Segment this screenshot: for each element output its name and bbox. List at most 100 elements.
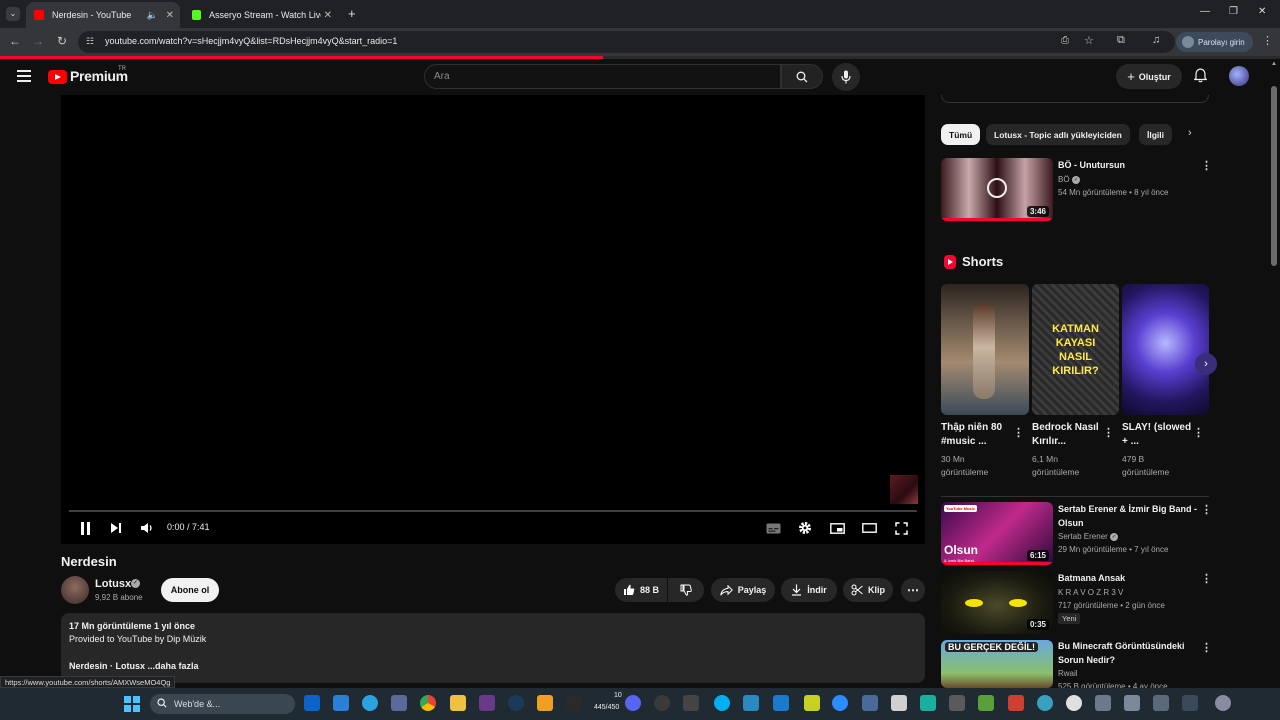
forward-icon[interactable]: → bbox=[30, 34, 46, 48]
app-icon[interactable] bbox=[1037, 695, 1053, 711]
like-button[interactable]: 88 B bbox=[615, 578, 667, 602]
channel-name[interactable]: Sertab Erener bbox=[1058, 530, 1108, 543]
tab-search-button[interactable]: ⌄ bbox=[6, 7, 20, 21]
short-title[interactable]: Bedrock Nasıl Kırılır... bbox=[1032, 421, 1104, 449]
maximize-button[interactable]: ❐ bbox=[1229, 6, 1238, 17]
app-icon[interactable] bbox=[479, 695, 495, 711]
share-button[interactable]: Paylaş bbox=[711, 578, 775, 602]
install-app-icon[interactable]: ⎙ bbox=[1061, 35, 1069, 46]
pause-button[interactable] bbox=[78, 520, 92, 536]
tab-youtube[interactable]: Nerdesin - YouTube 🔈 ✕ bbox=[26, 2, 180, 28]
speaker-icon[interactable]: 🔈 bbox=[147, 10, 158, 21]
fullscreen-button[interactable] bbox=[893, 520, 909, 536]
chip-uploader[interactable]: Lotusx - Topic adlı yükleyiciden bbox=[986, 124, 1130, 145]
chip-related[interactable]: İlgili bbox=[1139, 124, 1172, 145]
app-icon[interactable] bbox=[654, 695, 670, 711]
scroll-up-icon[interactable]: ▲ bbox=[1271, 61, 1277, 67]
video-thumbnail[interactable]: 0:35 bbox=[941, 571, 1053, 634]
new-tab-button[interactable]: + bbox=[348, 6, 356, 21]
app-icon[interactable] bbox=[949, 695, 965, 711]
page-scrollbar[interactable] bbox=[1271, 86, 1277, 266]
window-close-button[interactable]: ✕ bbox=[1258, 6, 1266, 17]
video-title[interactable]: BÖ - Unutursun bbox=[1058, 158, 1125, 172]
hamburger-menu-icon[interactable] bbox=[17, 70, 31, 82]
store-icon[interactable] bbox=[333, 695, 349, 711]
app-icon[interactable] bbox=[743, 695, 759, 711]
notifications-bell-icon[interactable] bbox=[1194, 68, 1207, 83]
telegram-icon[interactable] bbox=[362, 695, 378, 711]
short-thumbnail[interactable] bbox=[941, 284, 1029, 415]
chip-all[interactable]: Tümü bbox=[941, 124, 981, 145]
app-icon[interactable] bbox=[804, 695, 820, 711]
subscribe-button[interactable]: Abone ol bbox=[161, 578, 219, 602]
system-tray-icon[interactable] bbox=[1095, 695, 1111, 711]
zoom-icon[interactable] bbox=[832, 695, 848, 711]
chrome-icon[interactable] bbox=[420, 695, 436, 711]
system-tray-icon[interactable] bbox=[1153, 695, 1169, 711]
taskbar-search[interactable]: Web'de &... bbox=[150, 694, 295, 714]
minimize-button[interactable]: — bbox=[1200, 6, 1210, 17]
more-options-icon[interactable]: ⋮ bbox=[1201, 641, 1212, 654]
settings-button[interactable] bbox=[797, 520, 813, 536]
more-options-icon[interactable]: ⋮ bbox=[1013, 426, 1024, 439]
rockstar-icon[interactable] bbox=[537, 695, 553, 711]
description-more[interactable]: Nerdesin · Lotusx ...daha fazla bbox=[69, 661, 199, 671]
reload-icon[interactable]: ↻ bbox=[54, 34, 70, 48]
video-thumbnail[interactable]: BU GERÇEK DEĞİL! bbox=[941, 640, 1053, 688]
media-control-icon[interactable]: ♫ bbox=[1152, 34, 1160, 46]
channel-avatar[interactable] bbox=[61, 576, 89, 604]
more-options-icon[interactable]: ⋮ bbox=[1193, 426, 1204, 439]
windows-start-icon[interactable] bbox=[124, 696, 140, 712]
app-icon[interactable] bbox=[683, 695, 699, 711]
url-text[interactable]: youtube.com/watch?v=sHecjjm4vyQ&list=RDs… bbox=[105, 36, 397, 46]
create-button[interactable]: + Oluştur bbox=[1116, 64, 1182, 89]
next-button[interactable] bbox=[109, 520, 123, 536]
discord-icon[interactable] bbox=[625, 695, 641, 711]
outlook-icon[interactable] bbox=[304, 695, 320, 711]
search-button[interactable] bbox=[781, 64, 823, 89]
user-avatar[interactable] bbox=[1229, 66, 1249, 86]
more-options-icon[interactable]: ⋮ bbox=[1201, 572, 1212, 585]
app-icon[interactable] bbox=[1066, 695, 1082, 711]
bookmark-star-icon[interactable]: ☆ bbox=[1084, 34, 1094, 47]
short-title[interactable]: SLAY! (slowed + ... bbox=[1122, 421, 1194, 449]
site-info-icon[interactable]: ☷ bbox=[86, 36, 94, 47]
app-icon[interactable] bbox=[1008, 695, 1024, 711]
subtitles-button[interactable] bbox=[765, 520, 781, 536]
browser-menu-icon[interactable]: ⋮ bbox=[1262, 34, 1273, 47]
youtube-logo-icon[interactable] bbox=[48, 70, 67, 84]
video-thumbnail[interactable]: 3:46 bbox=[941, 158, 1053, 221]
short-title[interactable]: Thập niên 80 #music ... bbox=[941, 421, 1013, 449]
vscode-icon[interactable] bbox=[773, 695, 789, 711]
dislike-button[interactable] bbox=[668, 578, 704, 602]
app-icon[interactable] bbox=[391, 695, 407, 711]
volume-button[interactable] bbox=[140, 520, 154, 536]
app-icon[interactable] bbox=[862, 695, 878, 711]
close-tab-icon[interactable]: ✕ bbox=[166, 10, 174, 21]
skype-icon[interactable] bbox=[714, 695, 730, 711]
back-icon[interactable]: ← bbox=[7, 34, 23, 48]
short-thumbnail[interactable]: KATMAN KAYASI NASIL KIRILIR? bbox=[1032, 284, 1119, 415]
steam-icon[interactable] bbox=[508, 695, 524, 711]
chevron-right-icon[interactable]: › bbox=[1188, 127, 1192, 139]
clip-button[interactable]: Klip bbox=[843, 578, 893, 602]
search-input[interactable] bbox=[424, 64, 781, 89]
download-button[interactable]: İndir bbox=[781, 578, 837, 602]
tab-asseryo[interactable]: Asseryo Stream - Watch Live on ✕ bbox=[184, 2, 338, 28]
minecraft-icon[interactable] bbox=[978, 695, 994, 711]
epic-games-icon[interactable] bbox=[566, 695, 582, 711]
shorts-next-button[interactable]: › bbox=[1195, 353, 1217, 375]
extensions-icon[interactable]: ⧉ bbox=[1117, 34, 1125, 47]
channel-name[interactable]: Rwail bbox=[1058, 667, 1078, 680]
channel-name[interactable]: K R A V O Z R 3 V bbox=[1058, 586, 1123, 599]
system-tray-icon[interactable] bbox=[1215, 695, 1231, 711]
more-options-icon[interactable]: ⋮ bbox=[1201, 159, 1212, 172]
close-tab-icon[interactable]: ✕ bbox=[324, 10, 332, 21]
more-options-icon[interactable]: ⋮ bbox=[1103, 426, 1114, 439]
video-thumbnail[interactable]: YouTube Music Olsun & İzmir Big Band 6:1… bbox=[941, 502, 1053, 565]
more-options-icon[interactable]: ⋮ bbox=[1201, 503, 1212, 516]
system-tray-icon[interactable] bbox=[1124, 695, 1140, 711]
video-title[interactable]: Bu Minecraft Görüntüsündeki Sorun Nedir? bbox=[1058, 639, 1198, 667]
theater-mode-button[interactable] bbox=[861, 520, 877, 536]
short-thumbnail[interactable] bbox=[1122, 284, 1209, 415]
